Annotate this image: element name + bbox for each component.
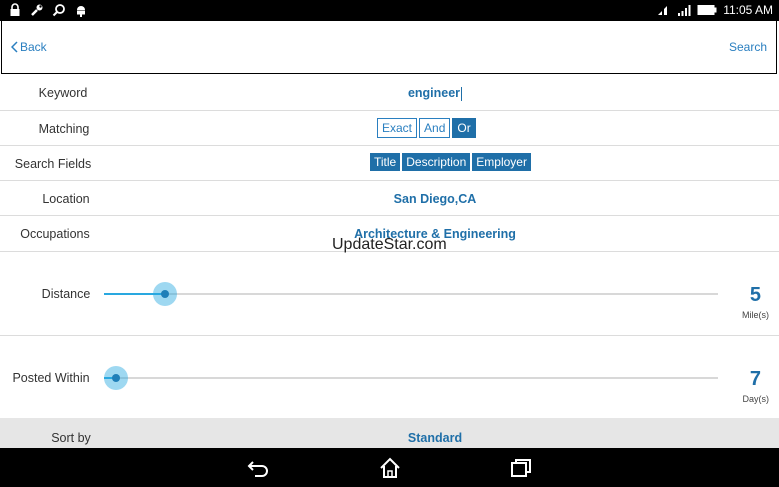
text-cursor xyxy=(461,86,463,101)
distance-slider[interactable] xyxy=(104,282,718,306)
distance-slider-thumb[interactable] xyxy=(153,282,178,306)
sort-by-value: Standard xyxy=(407,431,463,445)
distance-row: Distance 5 Mile(s) xyxy=(0,252,779,336)
location-value: San Diego,CA xyxy=(393,192,477,206)
distance-value: 5 xyxy=(749,284,761,306)
android-icon xyxy=(77,6,85,17)
signal-icon xyxy=(658,6,668,15)
android-nav-bar xyxy=(0,448,779,487)
sort-by-row[interactable]: Sort by Standard xyxy=(0,418,779,448)
matching-row: Matching Exact And Or xyxy=(0,111,779,146)
posted-within-label: Posted Within xyxy=(12,371,90,385)
posted-within-row: Posted Within 7 Day(s) xyxy=(0,336,779,418)
wrench-icon xyxy=(31,4,43,16)
search-fields-row: Search Fields Title Description Employer xyxy=(0,146,779,181)
search-fields-label: Search Fields xyxy=(14,157,92,171)
location-row[interactable]: Location San Diego,CA xyxy=(0,181,779,216)
back-nav-icon[interactable] xyxy=(247,457,271,479)
matching-label: Matching xyxy=(38,122,90,136)
matching-option-or[interactable]: Or xyxy=(452,118,476,138)
keyword-input[interactable]: engineer xyxy=(100,86,770,101)
search-icon xyxy=(52,4,65,17)
battery-icon xyxy=(697,5,717,15)
field-toggle-title[interactable]: Title xyxy=(370,153,401,171)
occupations-label: Occupations xyxy=(20,227,90,241)
back-button[interactable]: Back xyxy=(11,40,47,54)
chevron-left-icon xyxy=(11,41,18,53)
search-fields-toggles: Title Description Employer xyxy=(369,153,532,171)
distance-unit: Mile(s) xyxy=(742,310,769,320)
search-button[interactable]: Search xyxy=(729,40,767,54)
app-header: Back Search xyxy=(1,21,777,74)
status-left-icons xyxy=(8,3,88,17)
home-icon[interactable] xyxy=(378,457,402,479)
keyword-row: Keyword engineer xyxy=(0,75,779,111)
matching-option-and[interactable]: And xyxy=(419,118,451,138)
field-toggle-employer[interactable]: Employer xyxy=(472,153,531,171)
status-right-icons: 11:05 AM xyxy=(657,3,773,17)
back-label: Back xyxy=(20,40,47,54)
status-bar: 11:05 AM xyxy=(0,0,779,21)
posted-within-slider-thumb[interactable] xyxy=(104,366,129,390)
lock-icon xyxy=(10,3,20,16)
posted-within-value: 7 xyxy=(749,368,761,390)
matching-option-exact[interactable]: Exact xyxy=(377,118,418,138)
wifi-icon xyxy=(678,5,691,16)
keyword-value: engineer xyxy=(407,86,461,100)
status-time: 11:05 AM xyxy=(723,3,773,17)
recent-apps-icon[interactable] xyxy=(509,457,533,479)
posted-within-unit: Day(s) xyxy=(742,394,770,404)
matching-segmented-control: Exact And Or xyxy=(376,118,477,138)
posted-within-slider[interactable] xyxy=(104,366,718,390)
field-toggle-description[interactable]: Description xyxy=(402,153,471,171)
